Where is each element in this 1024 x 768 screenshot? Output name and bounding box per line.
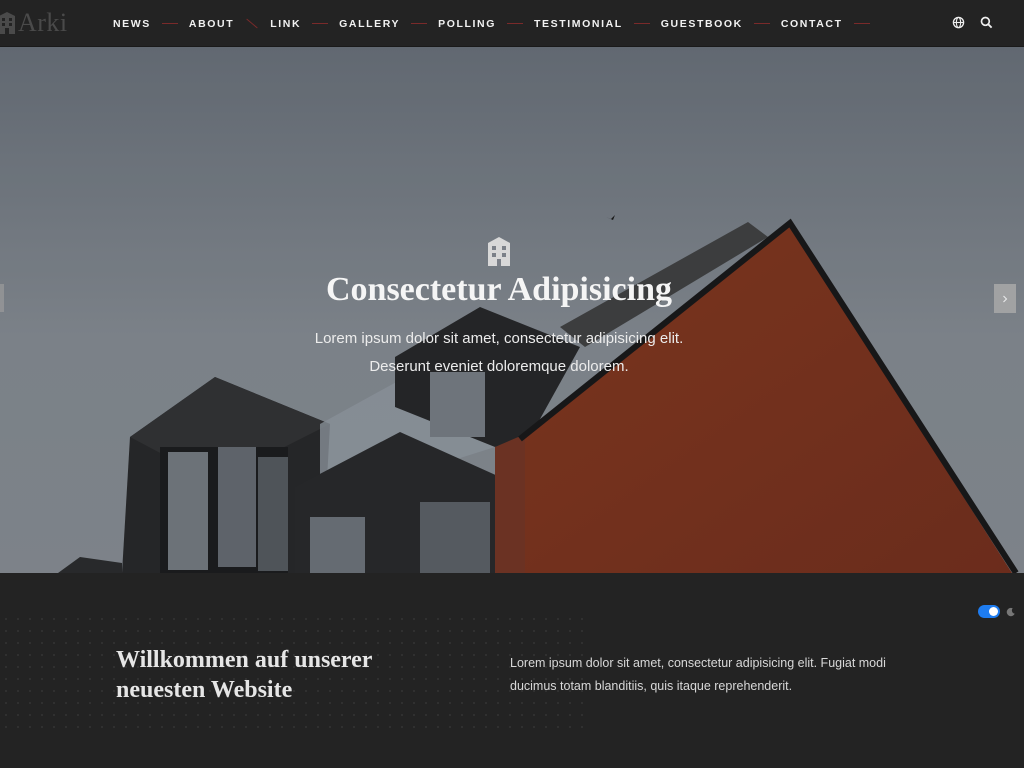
nav-divider	[853, 23, 870, 24]
nav-divider	[507, 23, 524, 24]
nav-contact[interactable]: CONTACT	[781, 18, 843, 30]
globe-icon[interactable]	[952, 16, 966, 30]
site-logo[interactable]: Arki	[0, 8, 68, 37]
welcome-text: Lorem ipsum dolor sit amet, consectetur …	[510, 656, 886, 693]
hero-slider: Consectetur Adipisicing Lorem ipsum dolo…	[0, 47, 1024, 573]
site-header: Arki NEWS ABOUT LINK GALLERY POLLING TES…	[0, 0, 1024, 47]
slider-prev-button[interactable]	[0, 284, 4, 312]
search-icon[interactable]	[980, 16, 994, 30]
nav-testimonial[interactable]: TESTIMONIAL	[534, 18, 623, 30]
header-tools	[952, 16, 994, 30]
nav-gallery[interactable]: GALLERY	[339, 18, 400, 30]
nav-news[interactable]: NEWS	[113, 18, 151, 30]
building-icon	[486, 235, 512, 267]
nav-divider	[161, 23, 178, 24]
nav-about[interactable]: ABOUT	[189, 18, 234, 30]
nav-divider	[246, 18, 258, 29]
nav-link[interactable]: LINK	[270, 18, 301, 30]
welcome-section: Willkommen auf unserer neuesten Website …	[0, 573, 1024, 768]
hero-caption: Consectetur Adipisicing Lorem ipsum dolo…	[262, 235, 736, 381]
slider-next-button[interactable]	[994, 284, 1016, 313]
nav-divider	[312, 23, 329, 24]
main-nav: NEWS ABOUT LINK GALLERY POLLING TESTIMON…	[113, 0, 881, 47]
dark-mode-switch[interactable]	[978, 605, 1000, 618]
hero-title: Consectetur Adipisicing	[325, 271, 672, 308]
nav-divider	[411, 23, 428, 24]
building-logo-icon	[0, 12, 15, 34]
nav-guestbook[interactable]: GUESTBOOK	[661, 18, 743, 30]
nav-divider	[633, 23, 650, 24]
nav-polling[interactable]: POLLING	[438, 18, 496, 30]
welcome-title: Willkommen auf unserer neuesten Website	[116, 647, 373, 703]
moon-icon[interactable]	[1006, 607, 1016, 617]
hero-description: Lorem ipsum dolor sit amet, consectetur …	[314, 330, 684, 375]
nav-divider	[753, 23, 770, 24]
theme-toggle	[978, 605, 1016, 618]
chevron-right-icon	[1003, 295, 1008, 302]
brand-name: Arki	[18, 8, 68, 37]
